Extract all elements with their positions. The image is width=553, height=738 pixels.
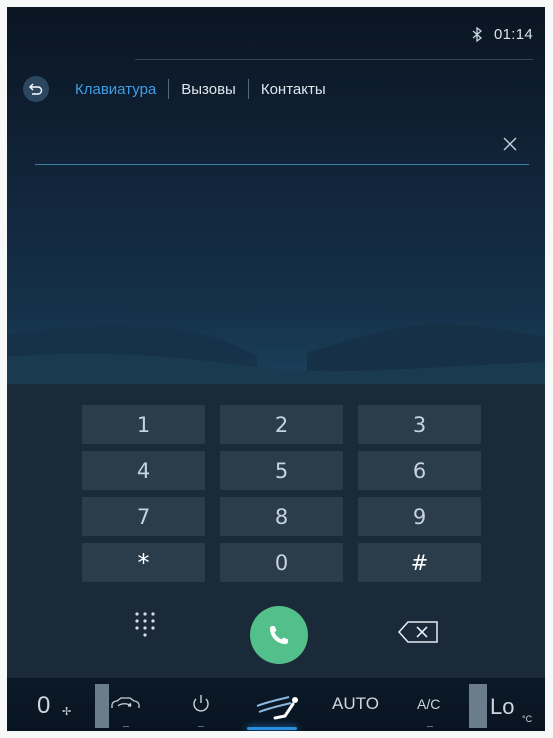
divider bbox=[95, 684, 109, 728]
fan-level[interactable]: 0 bbox=[37, 692, 50, 720]
key-star[interactable]: * bbox=[82, 543, 205, 582]
clock: 01:14 bbox=[493, 26, 533, 43]
key-4[interactable]: 4 bbox=[82, 451, 205, 490]
divider bbox=[469, 684, 487, 728]
power-icon[interactable] bbox=[190, 693, 212, 715]
auto-button[interactable]: AUTO bbox=[332, 694, 379, 714]
phone-screen: 01:14 Клавиатура Вызовы Контакты 1 2 3 4… bbox=[7, 7, 545, 731]
key-6[interactable]: 6 bbox=[358, 451, 481, 490]
tab-bar: Клавиатура Вызовы Контакты bbox=[23, 76, 338, 102]
climate-bar: 0 ✢ AUTO A/C Lo °C bbox=[7, 678, 545, 731]
temperature-value[interactable]: Lo bbox=[490, 694, 514, 720]
clear-icon[interactable] bbox=[499, 133, 521, 155]
back-arrow-icon bbox=[29, 83, 43, 95]
number-input[interactable] bbox=[35, 127, 479, 163]
call-button[interactable] bbox=[250, 606, 308, 664]
status-divider bbox=[135, 59, 533, 60]
tab-keypad[interactable]: Клавиатура bbox=[75, 81, 168, 98]
airflow-icon[interactable] bbox=[255, 694, 303, 724]
key-2[interactable]: 2 bbox=[220, 405, 343, 444]
backspace-icon[interactable] bbox=[397, 620, 439, 644]
dialpad-icon[interactable] bbox=[134, 611, 156, 641]
active-indicator bbox=[247, 727, 297, 730]
recirculation-icon[interactable] bbox=[109, 694, 141, 714]
ac-button[interactable]: A/C bbox=[417, 696, 440, 712]
tab-contacts[interactable]: Контакты bbox=[249, 81, 338, 98]
key-0[interactable]: 0 bbox=[220, 543, 343, 582]
keypad-panel: 1 2 3 4 5 6 7 8 9 * 0 # bbox=[7, 384, 545, 678]
status-bar: 01:14 bbox=[7, 7, 545, 60]
key-7[interactable]: 7 bbox=[82, 497, 205, 536]
number-input-field bbox=[35, 127, 529, 165]
key-1[interactable]: 1 bbox=[82, 405, 205, 444]
key-3[interactable]: 3 bbox=[358, 405, 481, 444]
tab-calls[interactable]: Вызовы bbox=[169, 81, 248, 98]
temperature-unit: °C bbox=[522, 714, 533, 724]
fan-icon: ✢ bbox=[62, 706, 72, 718]
key-9[interactable]: 9 bbox=[358, 497, 481, 536]
key-8[interactable]: 8 bbox=[220, 497, 343, 536]
bluetooth-icon bbox=[472, 26, 483, 45]
landscape-background bbox=[7, 324, 545, 392]
key-hash[interactable]: # bbox=[358, 543, 481, 582]
phone-icon bbox=[270, 626, 288, 644]
key-5[interactable]: 5 bbox=[220, 451, 343, 490]
back-button[interactable] bbox=[23, 76, 49, 102]
